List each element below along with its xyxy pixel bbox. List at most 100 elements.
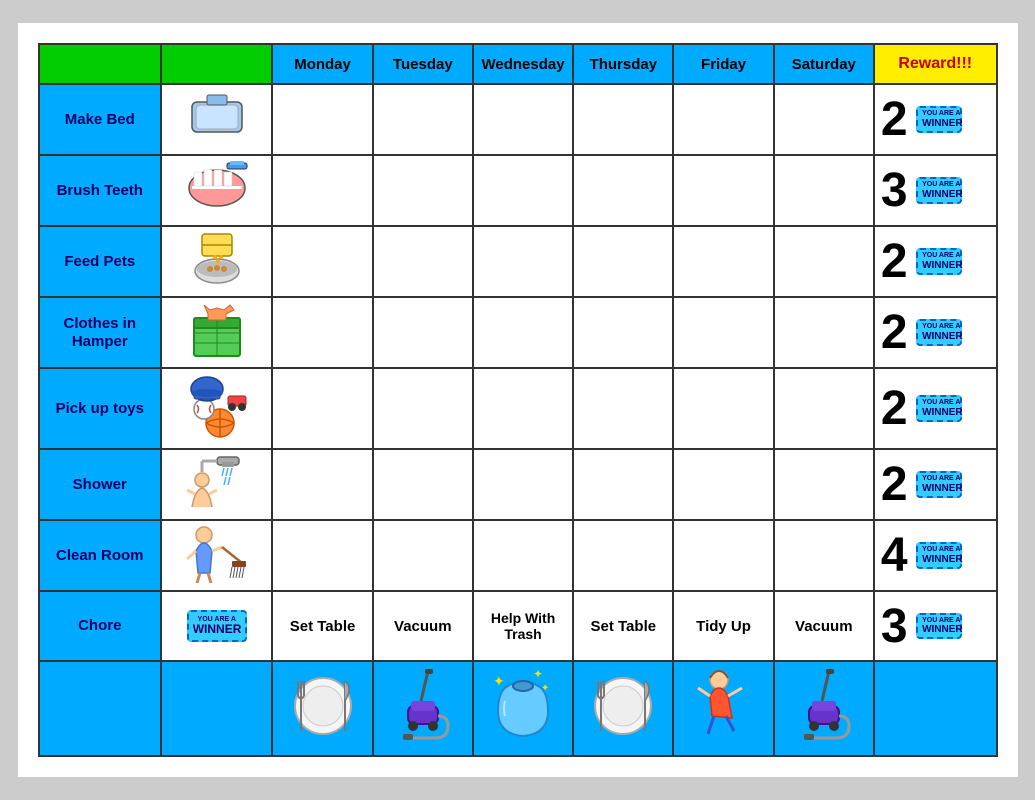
tidy-up-svg [684, 666, 764, 746]
reward-number: 2 [881, 381, 908, 436]
img-thursday-plate [573, 661, 673, 756]
wednesday-clothes-hamper[interactable] [473, 297, 573, 368]
friday-clothes-hamper[interactable] [673, 297, 773, 368]
ticket-line1: YOU ARE A [922, 323, 956, 331]
monday-feed-pets[interactable] [272, 226, 372, 297]
reward-clothes-hamper: 2 YOU ARE A WINNER [874, 297, 997, 368]
icon-feed-pets [161, 226, 272, 297]
header-chore-cell [39, 44, 162, 84]
friday-brush-teeth[interactable] [673, 155, 773, 226]
img-row-reward [874, 661, 997, 756]
tuesday-shower[interactable] [373, 449, 473, 520]
table-row: Clothes in Hamper [39, 297, 997, 368]
img-row-icon [161, 661, 272, 756]
header-thursday: Thursday [573, 44, 673, 84]
tuesday-clean-room[interactable] [373, 520, 473, 591]
friday-shower[interactable] [673, 449, 773, 520]
shower-icon-svg [182, 452, 252, 512]
chore-ticket: YOU ARE A WINNER [187, 610, 247, 643]
tuesday-clothes-hamper[interactable] [373, 297, 473, 368]
toys-icon-svg [182, 371, 252, 441]
friday-clean-room[interactable] [673, 520, 773, 591]
img-friday-tidy [673, 661, 773, 756]
reward-ticket: YOU ARE A WINNER [916, 106, 962, 133]
icon-make-bed [161, 84, 272, 155]
wednesday-make-bed[interactable] [473, 84, 573, 155]
ticket-line2: WINNER [922, 118, 956, 129]
chore-clean-room: Clean Room [39, 520, 162, 591]
ticket-line1: YOU ARE A [922, 617, 956, 625]
monday-clothes-hamper[interactable] [272, 297, 372, 368]
reward-ticket: YOU ARE A WINNER [916, 395, 962, 422]
thursday-pick-up-toys[interactable] [573, 368, 673, 449]
friday-make-bed[interactable] [673, 84, 773, 155]
wednesday-brush-teeth[interactable] [473, 155, 573, 226]
thursday-make-bed[interactable] [573, 84, 673, 155]
plate-utensils-svg [283, 666, 363, 746]
friday-feed-pets[interactable] [673, 226, 773, 297]
svg-text:✦: ✦ [541, 683, 549, 694]
thursday-clean-room[interactable] [573, 520, 673, 591]
thursday-feed-pets[interactable] [573, 226, 673, 297]
saturday-clothes-hamper[interactable] [774, 297, 874, 368]
tuesday-brush-teeth[interactable] [373, 155, 473, 226]
ticket-line1: YOU ARE A [922, 110, 956, 118]
wednesday-pick-up-toys[interactable] [473, 368, 573, 449]
monday-brush-teeth[interactable] [272, 155, 372, 226]
monday-pick-up-toys[interactable] [272, 368, 372, 449]
monday-clean-room[interactable] [272, 520, 372, 591]
header-tuesday: Tuesday [373, 44, 473, 84]
friday-chore-task[interactable]: Tidy Up [673, 591, 773, 661]
ticket-line2: WINNER [922, 189, 956, 200]
saturday-brush-teeth[interactable] [774, 155, 874, 226]
image-row: ✦ ✦ ✦ [39, 661, 997, 756]
vacuum-svg [393, 666, 453, 746]
table-row: Clean Room [39, 520, 997, 591]
reward-number: 3 [881, 163, 908, 218]
saturday-chore-task[interactable]: Vacuum [774, 591, 874, 661]
header-reward: Reward!!! [874, 44, 997, 84]
thursday-chore-task[interactable]: Set Table [573, 591, 673, 661]
table-row: Feed Pets [39, 226, 997, 297]
reward-ticket: YOU ARE A WINNER [916, 248, 962, 275]
saturday-shower[interactable] [774, 449, 874, 520]
monday-chore-task[interactable]: Set Table [272, 591, 372, 661]
reward-ticket: YOU ARE A WINNER [916, 319, 962, 346]
saturday-pick-up-toys[interactable] [774, 368, 874, 449]
monday-shower[interactable] [272, 449, 372, 520]
svg-text:✦: ✦ [533, 667, 543, 681]
header-icon-cell [161, 44, 272, 84]
saturday-clean-room[interactable] [774, 520, 874, 591]
icon-clean-room [161, 520, 272, 591]
reward-ticket: YOU ARE A WINNER [916, 177, 962, 204]
wednesday-shower[interactable] [473, 449, 573, 520]
table-row: Brush Teeth [39, 155, 997, 226]
wednesday-clean-room[interactable] [473, 520, 573, 591]
saturday-feed-pets[interactable] [774, 226, 874, 297]
tuesday-chore-task[interactable]: Vacuum [373, 591, 473, 661]
thursday-clothes-hamper[interactable] [573, 297, 673, 368]
ticket-line1: YOU ARE A [922, 181, 956, 189]
icon-shower [161, 449, 272, 520]
img-monday-plate [272, 661, 372, 756]
reward-ticket: YOU ARE A WINNER [916, 471, 962, 498]
tuesday-make-bed[interactable] [373, 84, 473, 155]
wednesday-feed-pets[interactable] [473, 226, 573, 297]
wednesday-chore-task[interactable]: Help With Trash [473, 591, 573, 661]
thursday-shower[interactable] [573, 449, 673, 520]
reward-ticket: YOU ARE A WINNER [916, 542, 962, 569]
saturday-make-bed[interactable] [774, 84, 874, 155]
ticket-line2: WINNER [922, 483, 956, 494]
chore-pick-up-toys: Pick up toys [39, 368, 162, 449]
tuesday-feed-pets[interactable] [373, 226, 473, 297]
plate-utensils2-svg [583, 666, 663, 746]
icon-chore: YOU ARE A WINNER [161, 591, 272, 661]
feed-pets-icon-svg [182, 229, 252, 289]
thursday-brush-teeth[interactable] [573, 155, 673, 226]
tuesday-pick-up-toys[interactable] [373, 368, 473, 449]
table-row: Shower [39, 449, 997, 520]
friday-pick-up-toys[interactable] [673, 368, 773, 449]
chore-clothes-hamper: Clothes in Hamper [39, 297, 162, 368]
reward-number: 2 [881, 234, 908, 289]
monday-make-bed[interactable] [272, 84, 372, 155]
